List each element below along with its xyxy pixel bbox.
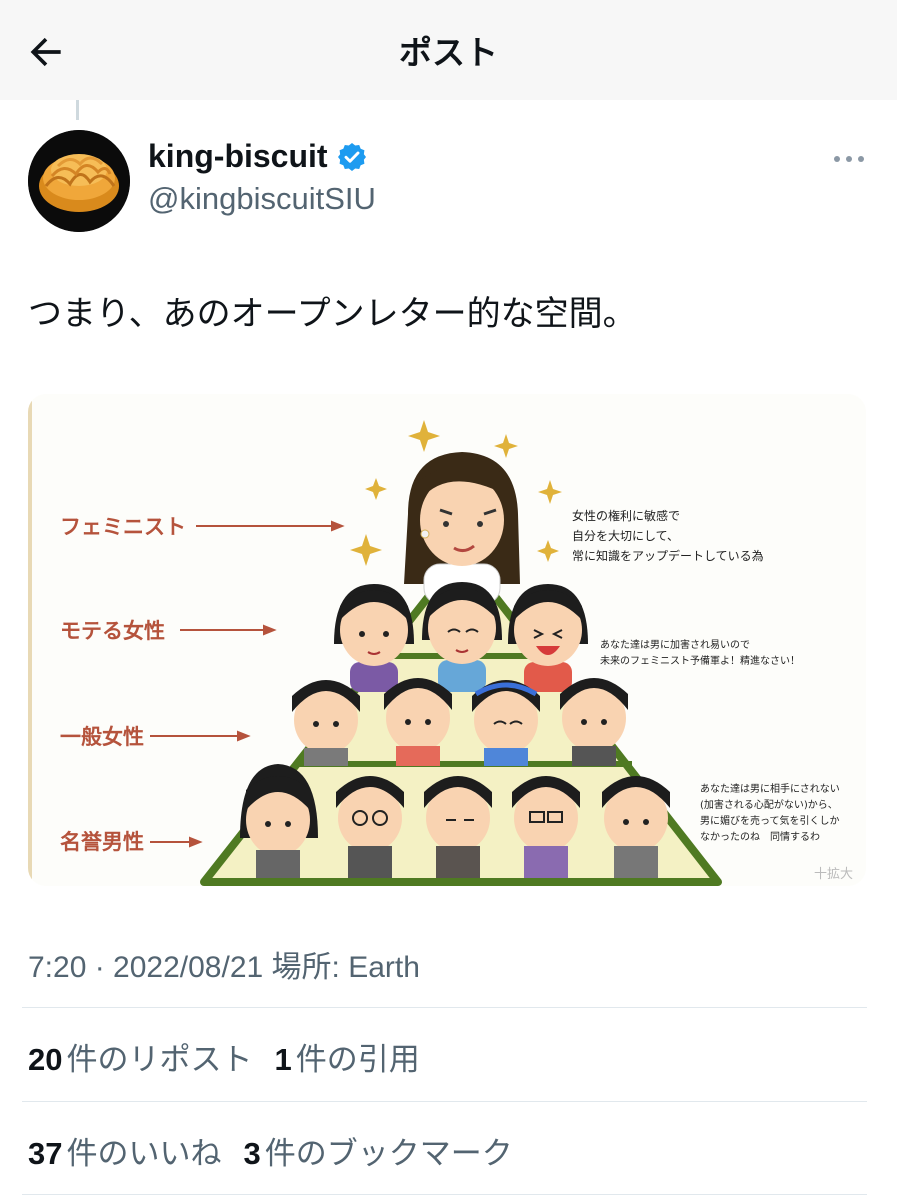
post-timestamp[interactable]: 7:20 · 2022/08/21 場所: Earth xyxy=(28,942,420,986)
pyramid-illustration: フェミニスト モテる女性 一般女性 名誉男性 女性の権利に敏感で 自分を大切にし… xyxy=(28,394,866,886)
popular-women-row xyxy=(334,582,588,692)
note-bottom-line2: (加害される心配がない)から、 xyxy=(700,798,838,811)
post-image[interactable]: フェミニスト モテる女性 一般女性 名誉男性 女性の権利に敏感で 自分を大切にし… xyxy=(28,394,866,886)
note-bottom-line4: なかったのね 同情するわ xyxy=(700,830,820,843)
reposts-stat[interactable]: 20 件のリポスト xyxy=(28,1034,252,1079)
display-name[interactable]: king-biscuit xyxy=(148,138,328,175)
note-top-line3: 常に知識をアップデートしている為 xyxy=(572,548,764,563)
image-watermark: 十拡大 xyxy=(814,867,853,882)
note-bottom-line3: 男に媚びを売って気を引くしか xyxy=(700,814,840,827)
bookmarks-stat[interactable]: 3 件のブックマーク xyxy=(243,1128,512,1173)
note-bottom-line1: あなた達は男に相手にされない xyxy=(700,782,840,795)
reposts-label: 件のリポスト xyxy=(66,1042,253,1078)
bookmarks-label: 件のブックマーク xyxy=(264,1136,513,1172)
label-ordinary-women: 一般女性 xyxy=(60,725,144,749)
likes-stat[interactable]: 37 件のいいね xyxy=(28,1128,221,1173)
quotes-label: 件の引用 xyxy=(295,1042,420,1078)
thread-connector xyxy=(76,100,79,120)
note-top-line1: 女性の権利に敏感で xyxy=(572,508,680,523)
quotes-count: 1 xyxy=(274,1042,292,1077)
note-mid-line2: 未来のフェミニスト予備軍よ！精進なさい！ xyxy=(600,654,800,667)
divider xyxy=(22,1007,867,1008)
author-block: king-biscuit @kingbiscuitSIU xyxy=(148,138,376,217)
avatar[interactable] xyxy=(28,130,130,232)
likes-count: 37 xyxy=(28,1136,63,1171)
biscuit-avatar-image xyxy=(28,130,130,232)
verified-badge-icon xyxy=(337,142,366,171)
divider xyxy=(22,1194,867,1195)
note-top-line2: 自分を大切にして、 xyxy=(572,529,679,543)
more-options-button[interactable] xyxy=(830,144,870,174)
divider xyxy=(22,1101,867,1102)
reposts-count: 20 xyxy=(28,1042,63,1077)
top-bar: ポスト xyxy=(0,0,897,100)
likes-label: 件のいいね xyxy=(66,1136,222,1172)
page-title: ポスト xyxy=(399,33,498,72)
feminist-figure xyxy=(404,452,520,605)
label-feminist: フェミニスト xyxy=(60,515,186,539)
post-text: つまり、あのオープンレター的な空間。 xyxy=(28,294,637,334)
note-mid-line1: あなた達は男に加害され易いので xyxy=(600,638,750,651)
more-icon xyxy=(834,156,864,162)
quotes-stat[interactable]: 1 件の引用 xyxy=(274,1034,419,1079)
user-handle[interactable]: @kingbiscuitSIU xyxy=(148,181,376,217)
bookmarks-count: 3 xyxy=(243,1136,261,1171)
stats-row-likes: 37 件のいいね 3 件のブックマーク xyxy=(28,1128,535,1173)
label-popular-women: モテる女性 xyxy=(60,619,165,643)
label-honorary-men: 名誉男性 xyxy=(60,830,144,854)
stats-row-reposts: 20 件のリポスト 1 件の引用 xyxy=(28,1034,442,1079)
